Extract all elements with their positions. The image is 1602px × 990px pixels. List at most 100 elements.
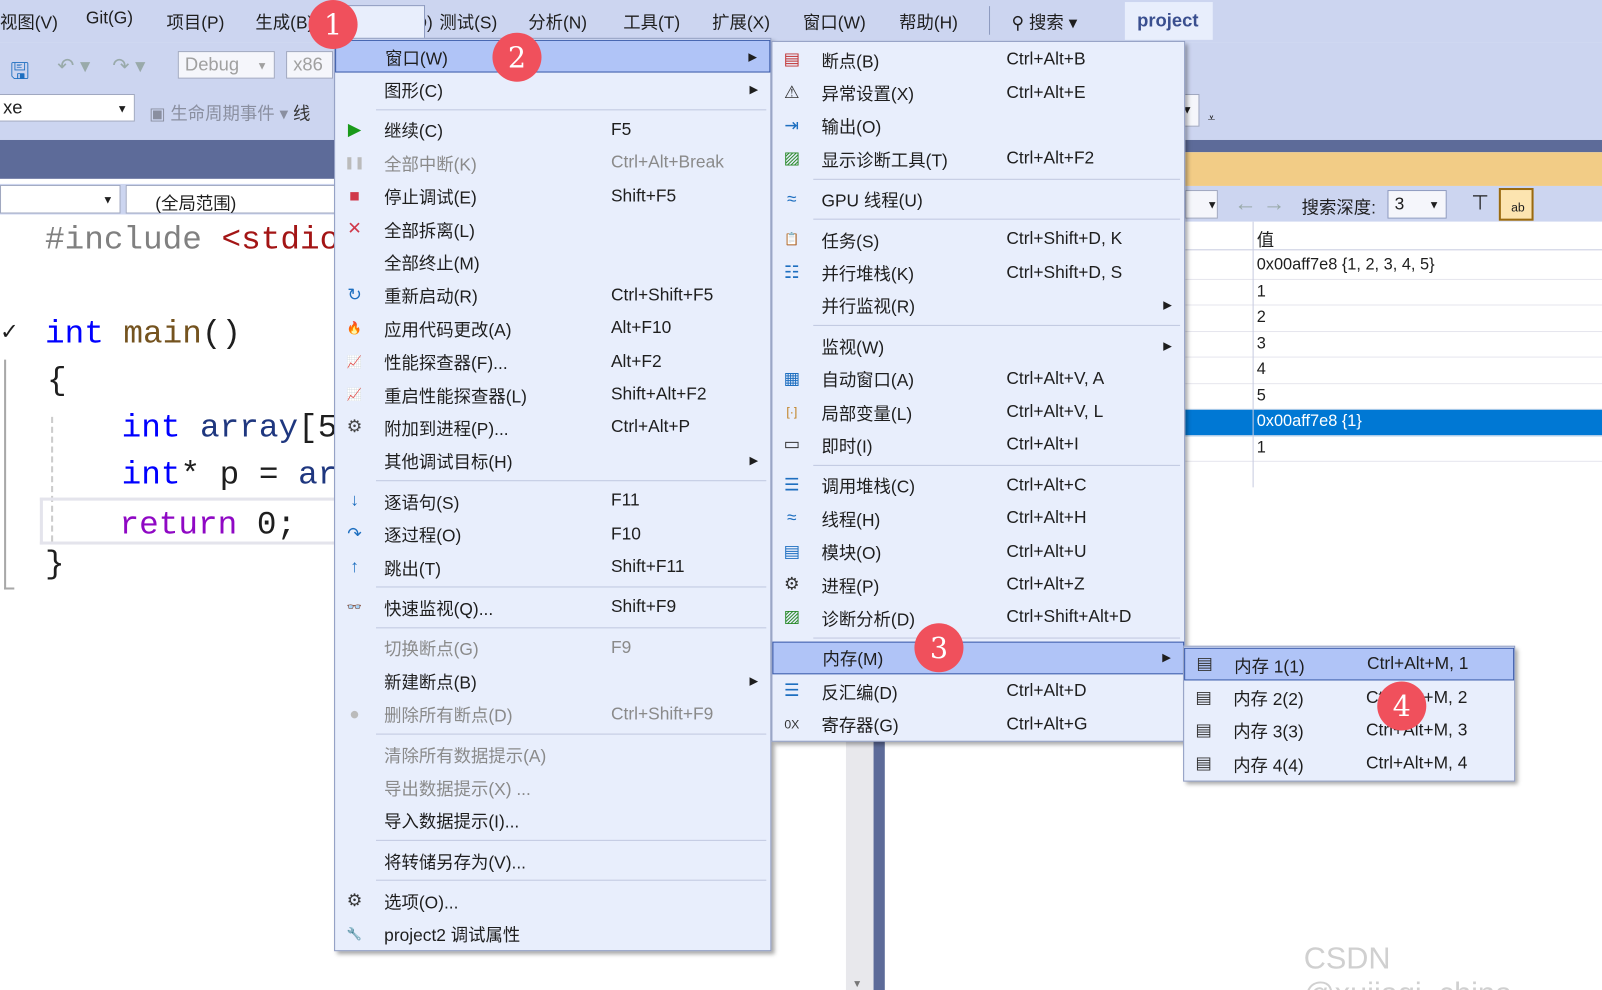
menu-5[interactable]: 测试(S) (439, 8, 497, 34)
startup-dropdown[interactable]: xe ▼ (0, 93, 135, 122)
watch-row[interactable]: 5 (1185, 384, 1602, 410)
scope-dropdown[interactable]: (全局范围) (125, 184, 341, 214)
pin-icon[interactable]: ⊤ (1471, 190, 1489, 216)
search-button[interactable]: ⚲ 搜索 ▾ (1011, 8, 1077, 34)
debug-menu-item[interactable]: 图形(C) ▶ (335, 73, 770, 106)
menu-item-label: 显示诊断工具(T) (821, 151, 948, 171)
breakpoints-icon: ▤ (783, 49, 801, 69)
wrench-icon: 🔧 (346, 926, 363, 941)
column-divider[interactable] (1252, 221, 1254, 488)
debug-menu-item[interactable]: ↻ 重新启动(R) Ctrl+Shift+F5 (335, 279, 770, 312)
debug-menu-item[interactable]: 清除所有数据提示(A) (335, 737, 770, 770)
menu-1[interactable]: Git(G) (86, 8, 133, 28)
menu-item-label: 进程(P) (821, 576, 880, 597)
window-menu-item[interactable]: ▭ 即时(I) Ctrl+Alt+I (772, 428, 1184, 461)
stop-icon: ■ (349, 185, 360, 206)
debug-menu-item[interactable]: ↷ 逐过程(O) F10 (335, 517, 770, 550)
watch-row[interactable]: 1 (1185, 279, 1602, 306)
watch-row[interactable]: 0x00aff7e8 {1} (1185, 409, 1602, 436)
debug-menu-item[interactable]: 全部终止(M) (335, 246, 770, 279)
debug-menu-item[interactable]: 其他调试目标(H) ▶ (335, 444, 770, 477)
scrollbar[interactable] (845, 715, 874, 990)
scroll-down-icon[interactable]: ▼ (852, 979, 862, 990)
window-menu-item[interactable]: 监视(W) ▶ (772, 329, 1184, 362)
menu-item-label: 局部变量(L) (821, 404, 913, 424)
debug-menu-item[interactable]: 🔧 project2 调试属性 (335, 917, 770, 950)
menu-2[interactable]: 项目(P) (167, 8, 225, 34)
debug-menu-item[interactable]: ❚❚ 全部中断(K) Ctrl+Alt+Break (335, 146, 770, 179)
window-menu-item[interactable]: ▤ 断点(B) Ctrl+Alt+B (772, 43, 1184, 76)
debug-menu-item[interactable]: ✕ 全部拆离(L) (335, 212, 770, 245)
menu-item-shortcut: Ctrl+Alt+M, 1 (1367, 654, 1469, 674)
window-menu-item[interactable]: ≈ 线程(H) Ctrl+Alt+H (772, 502, 1184, 535)
debug-menu-item[interactable]: 切换断点(G) F9 (335, 631, 770, 664)
debug-menu-item[interactable]: 将转储另存为(V)... (335, 844, 770, 877)
window-menu-item[interactable]: 并行监视(R) ▶ (772, 289, 1184, 322)
watch-row[interactable]: 3 (1185, 332, 1602, 358)
gear-icon: ⚙ (346, 890, 363, 910)
window-menu-item[interactable]: ⚠ 异常设置(X) Ctrl+Alt+E (772, 76, 1184, 109)
debug-menu-item[interactable]: 👓 快速监视(Q)... Shift+F9 (335, 591, 770, 624)
platform-dropdown[interactable]: x86 (286, 51, 334, 79)
window-menu-item[interactable]: ⇥ 输出(O) (772, 109, 1184, 142)
debug-menu-item[interactable]: ■ 停止调试(E) Shift+F5 (335, 179, 770, 212)
window-menu-item[interactable]: ≈ GPU 线程(U) (772, 182, 1184, 215)
menu-3[interactable]: 生成(B) (255, 8, 313, 34)
menu-0[interactable]: 视图(V) (0, 8, 58, 34)
debug-menu-item[interactable]: ● 删除所有断点(D) Ctrl+Shift+F9 (335, 697, 770, 730)
debug-menu-item[interactable]: ↓ 逐语句(S) F11 (335, 484, 770, 517)
window-menu-item[interactable]: 📋 任务(S) Ctrl+Shift+D, K (772, 223, 1184, 256)
debug-menu-item[interactable]: 窗口(W) ▶ (335, 39, 771, 73)
redo-icon[interactable]: ↷ ▾ (112, 53, 145, 79)
debug-menu-item[interactable]: 导入数据提示(I)... (335, 804, 770, 837)
menu-7[interactable]: 工具(T) (623, 8, 680, 34)
config-dropdown[interactable]: Debug ▼ (177, 51, 275, 79)
memory-menu-item[interactable]: ▤ 内存 1(1) Ctrl+Alt+M, 1 (1184, 647, 1515, 681)
watch-row[interactable]: 1 (1185, 436, 1602, 462)
debug-menu-item[interactable]: ▶ 继续(C) F5 (335, 113, 770, 146)
window-menu-item[interactable]: ☷ 并行堆栈(K) Ctrl+Shift+D, S (772, 256, 1184, 289)
window-menu-item[interactable]: ▦ 自动窗口(A) Ctrl+Alt+V, A (772, 362, 1184, 395)
window-menu-item[interactable]: ▨ 显示诊断工具(T) Ctrl+Alt+F2 (772, 142, 1184, 175)
debug-menu-item[interactable]: 📈 重启性能探查器(L) Shift+Alt+F2 (335, 378, 770, 411)
window-menu-item[interactable]: 内存(M) ▶ (772, 641, 1185, 675)
memory-menu-item[interactable]: ▤内存 2(2)Ctrl+Alt+M, 2 (1184, 681, 1514, 714)
window-menu-item[interactable]: 0X 寄存器(G) Ctrl+Alt+G (772, 707, 1184, 740)
window-menu-item[interactable]: ▤ 模块(O) Ctrl+Alt+U (772, 535, 1184, 568)
window-menu-item[interactable]: [·] 局部变量(L) Ctrl+Alt+V, L (772, 395, 1184, 428)
outline-bracket (4, 359, 15, 590)
debug-menu-item[interactable]: 🔥 应用代码更改(A) Alt+F10 (335, 312, 770, 345)
save-icon[interactable]: 🖫 (10, 54, 29, 93)
debug-menu-item[interactable]: ↑ 跳出(T) Shift+F11 (335, 551, 770, 584)
memory-menu-item[interactable]: ▤ 内存 3(3) Ctrl+Alt+M, 3 (1184, 714, 1514, 747)
menu-9[interactable]: 窗口(W) (803, 8, 866, 34)
watch-row[interactable]: 2 (1185, 305, 1602, 332)
menu-10[interactable]: 帮助(H) (899, 8, 958, 34)
debug-menu-item[interactable]: 新建断点(B) ▶ (335, 664, 770, 697)
window-menu-item[interactable]: ☰ 反汇编(D) Ctrl+Alt+D (772, 674, 1184, 707)
hex-display-toggle[interactable]: ab (1498, 187, 1534, 221)
search-depth-dropdown[interactable]: 3 ▼ (1387, 190, 1447, 219)
window-submenu: ▤ 断点(B) Ctrl+Alt+B ⚠ 异常设置(X) Ctrl+Alt+E ⇥ 输出(O)… (771, 40, 1186, 742)
lifecycle-events-button[interactable]: ▣ 生命周期事件 ▾ 线 (149, 99, 310, 125)
search-options-dropdown[interactable]: ▼ (1185, 190, 1218, 219)
debug-menu-item[interactable]: 📈 性能探查器(F)... Alt+F2 (335, 345, 770, 378)
memory-menu-item[interactable]: ▤ 内存 4(4) Ctrl+Alt+M, 4 (1184, 747, 1514, 780)
window-menu-item[interactable]: ⚙ 进程(P) Ctrl+Alt+Z (772, 568, 1184, 601)
debug-menu-item[interactable]: ⚙ 选项(O)... (335, 884, 770, 917)
watch-row[interactable]: 4 (1185, 358, 1602, 384)
undo-icon[interactable]: ↶ ▾ (57, 53, 90, 79)
menu-6[interactable]: 分析(N) (528, 8, 587, 34)
code-line-array: int array[5 (121, 408, 338, 447)
menu-8[interactable]: 扩展(X) (712, 8, 770, 34)
debug-menu-item[interactable]: 导出数据提示(X) ... (335, 771, 770, 804)
value-column-header[interactable]: 值 (1257, 226, 1274, 252)
toolbar-overflow-icon[interactable]: ⩡ (1208, 110, 1216, 126)
watch-row[interactable]: 0x00aff7e8 {1, 2, 3, 4, 5} (1185, 253, 1602, 280)
debug-menu-item[interactable]: ⚙ 附加到进程(P)... Ctrl+Alt+P (335, 411, 770, 444)
window-menu-item[interactable]: ☰ 调用堆栈(C) Ctrl+Alt+C (772, 469, 1184, 502)
step-over-icon: ↷ (347, 523, 362, 544)
window-menu-item[interactable]: ▨ 诊断分析(D) Ctrl+Shift+Alt+D (772, 601, 1184, 634)
project-dropdown[interactable]: ▼ (0, 184, 121, 214)
back-arrow-icon[interactable]: ← → (1234, 190, 1285, 217)
